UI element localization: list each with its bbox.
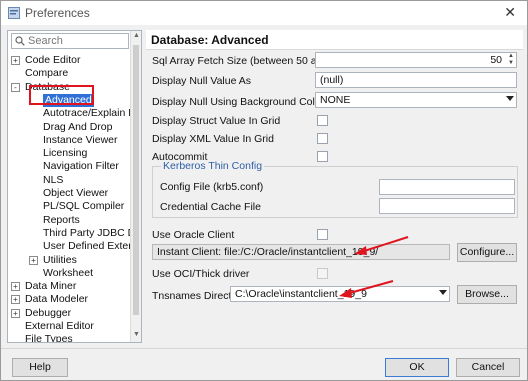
spinner-icon[interactable]: ▲ ▼ xyxy=(506,53,516,67)
page-title: Database: Advanced xyxy=(151,33,269,47)
settings-panel: Database: Advanced Sql Array Fetch Size … xyxy=(146,30,523,343)
tree-item-label: Navigation Filter xyxy=(43,160,119,173)
xml-label: Display XML Value In Grid xyxy=(152,133,274,145)
browse-button[interactable]: Browse... xyxy=(457,285,517,304)
preferences-dialog: Preferences ✕ +Code EditorCompare-Databa… xyxy=(0,0,528,381)
null-bg-color-label: Display Null Using Background Color xyxy=(152,96,325,108)
kerberos-group-title: Kerberos Thin Config xyxy=(161,160,265,172)
null-value-input[interactable]: (null) xyxy=(315,72,517,88)
null-bg-color-value: NONE xyxy=(320,94,351,106)
config-file-input[interactable] xyxy=(379,179,515,195)
expand-icon[interactable]: + xyxy=(29,255,38,265)
panel-header: Database: Advanced xyxy=(146,30,523,50)
title-bar: Preferences ✕ xyxy=(1,1,527,25)
credential-cache-label: Credential Cache File xyxy=(160,201,261,213)
struct-label: Display Struct Value In Grid xyxy=(152,115,281,127)
null-value-text: (null) xyxy=(320,74,344,86)
tree-scrollbar[interactable]: ▲ ▼ xyxy=(130,31,141,342)
kerberos-group: Kerberos Thin Config Config File (krb5.c… xyxy=(152,160,518,218)
navigation-panel: + Code EditorCompare-DatabaseAdvancedAuto… xyxy=(7,30,142,343)
close-icon[interactable]: ✕ xyxy=(504,4,516,21)
tnsnames-select[interactable]: C:\Oracle\instantclient_19_9 xyxy=(230,286,450,302)
use-oci-label: Use OCI/Thick driver xyxy=(152,268,250,280)
use-oracle-client-label: Use Oracle Client xyxy=(152,229,235,241)
tree-item-label: Advanced xyxy=(43,93,94,107)
use-oracle-client-checkbox[interactable] xyxy=(317,229,328,240)
search-icon xyxy=(15,36,25,46)
tree-item-label: Data Modeler xyxy=(25,293,89,306)
tree-item-label: NLS xyxy=(43,173,64,186)
tree-item-label: Compare xyxy=(25,67,69,80)
instant-client-field: Instant Client: file:/C:/Oracle/instantc… xyxy=(152,244,450,260)
tree-item-label: External Editor xyxy=(25,320,94,332)
expand-icon[interactable]: + xyxy=(11,282,20,292)
struct-checkbox[interactable] xyxy=(317,115,328,126)
preferences-tree: + Code Editor Compare - Database Advanced Auto… xyxy=(8,52,130,342)
use-oci-checkbox[interactable] xyxy=(317,268,328,279)
tree-item-label: Data Miner xyxy=(25,280,77,293)
footer-divider xyxy=(1,348,527,349)
tree-item-label: PL/SQL Compiler xyxy=(43,200,125,213)
tree-item-label: Utilities xyxy=(43,253,77,266)
tree-item-label: Worksheet xyxy=(43,266,93,279)
scroll-up-icon[interactable]: ▲ xyxy=(131,32,142,42)
scrollbar-thumb[interactable] xyxy=(133,45,139,315)
tree-item-label: Autotrace/Explain Plan xyxy=(43,107,130,120)
credential-cache-input[interactable] xyxy=(379,198,515,214)
expand-icon[interactable]: + xyxy=(11,56,20,65)
window-title: Preferences xyxy=(25,6,90,20)
tree-item-label: User Defined Extensions xyxy=(43,240,130,253)
tree-item-label: File Types xyxy=(25,333,73,342)
chevron-down-icon xyxy=(439,290,447,295)
app-icon xyxy=(8,7,20,19)
configure-button[interactable]: Configure... xyxy=(457,243,517,262)
expand-icon[interactable]: + xyxy=(11,295,20,305)
tree-item-label: Reports xyxy=(43,213,80,226)
instant-client-text: Instant Client: file:/C:/Oracle/instantc… xyxy=(157,246,379,258)
tree-item-label: Debugger xyxy=(25,306,72,319)
null-value-label: Display Null Value As xyxy=(152,75,252,87)
expand-icon[interactable]: + xyxy=(11,308,20,318)
tree-item-label: Licensing xyxy=(43,147,88,160)
ok-button[interactable]: OK xyxy=(385,358,449,377)
null-bg-color-select[interactable]: NONE xyxy=(315,92,517,108)
search-box xyxy=(11,33,129,49)
sql-fetch-size-input[interactable]: 50 ▲ ▼ xyxy=(315,52,517,68)
search-input[interactable] xyxy=(28,35,126,47)
collapse-icon[interactable]: - xyxy=(11,82,20,92)
tree-item-label: Code Editor xyxy=(25,54,81,66)
chevron-down-icon xyxy=(506,96,514,101)
xml-checkbox[interactable] xyxy=(317,133,328,144)
help-button[interactable]: Help xyxy=(12,358,68,377)
autocommit-checkbox[interactable] xyxy=(317,151,328,162)
config-file-label: Config File (krb5.conf) xyxy=(160,181,264,193)
scroll-down-icon[interactable]: ▼ xyxy=(131,331,142,341)
sql-fetch-size-value: 50 xyxy=(490,54,502,66)
tree-item-label: Third Party JDBC Drivers xyxy=(43,226,130,239)
tree-item-label: Drag And Drop xyxy=(43,120,113,133)
tree-item-label: Database xyxy=(25,80,70,93)
tree-item-label: Instance Viewer xyxy=(43,133,118,146)
cancel-button[interactable]: Cancel xyxy=(456,358,520,377)
tnsnames-value: C:\Oracle\instantclient_19_9 xyxy=(235,288,367,300)
tree-item-label: Object Viewer xyxy=(43,187,109,199)
